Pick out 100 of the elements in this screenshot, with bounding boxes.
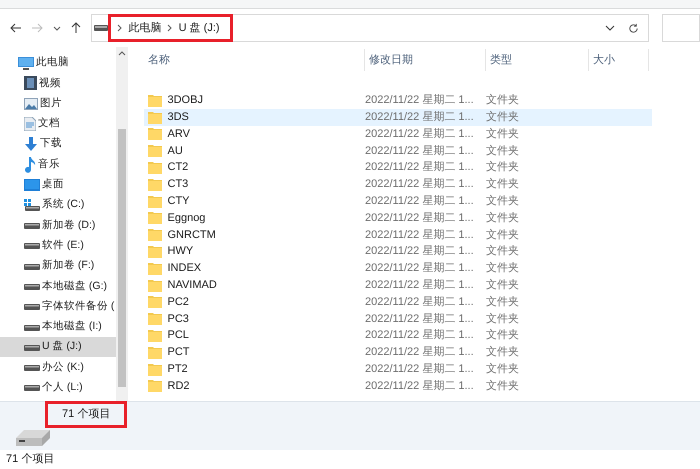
- sidebar-item[interactable]: 图片: [0, 94, 116, 114]
- sidebar-item[interactable]: 视频: [0, 73, 116, 94]
- folder-icon: [148, 379, 162, 392]
- file-row[interactable]: 3DOBJ 2022/11/22 星期二 1... 文件夹: [144, 92, 652, 109]
- modified-date: 2022/11/22 星期二 1...: [365, 362, 475, 377]
- sidebar-item[interactable]: 本地磁盘 (G:): [0, 276, 116, 297]
- file-type: 文件夹: [486, 278, 519, 293]
- monitor-icon: [18, 56, 34, 70]
- file-name: RD2: [168, 378, 190, 394]
- back-arrow-icon[interactable]: [10, 23, 22, 33]
- chevron-icon: [117, 24, 124, 32]
- caret-icon[interactable]: [52, 26, 61, 30]
- caret-icon[interactable]: [604, 25, 615, 31]
- file-type: 文件夹: [486, 378, 519, 394]
- item-count: 71 个项目: [48, 404, 124, 424]
- sidebar-item[interactable]: 字体软件备份 (: [0, 296, 116, 317]
- sidebar-item[interactable]: 此电脑: [0, 53, 116, 74]
- modified-date: 2022/11/22 星期二 1...: [365, 244, 475, 260]
- file-name: PC2: [168, 294, 189, 310]
- file-type: 文件夹: [486, 92, 519, 108]
- file-type: 文件夹: [486, 160, 519, 176]
- music-note-icon: [24, 156, 36, 173]
- column-header[interactable]: 名称: [144, 49, 365, 71]
- modified-date: 2022/11/22 星期二 1...: [365, 93, 475, 108]
- sidebar-item[interactable]: 个人 (L:): [0, 378, 116, 398]
- address-field[interactable]: 此电脑 U 盘 (J:): [90, 14, 622, 42]
- document-icon: [24, 117, 36, 132]
- sidebar-item[interactable]: 本地磁盘 (I:): [0, 316, 116, 338]
- folder-icon: [148, 211, 162, 224]
- scrollbar[interactable]: [116, 47, 128, 401]
- column-header[interactable]: 类型: [486, 49, 589, 71]
- sidebar-item[interactable]: 音乐: [0, 154, 116, 175]
- file-row[interactable]: INDEX 2022/11/22 星期二 1... 文件夹: [144, 260, 652, 277]
- sidebar-item[interactable]: 新加卷 (F:): [0, 256, 116, 276]
- drive-icon: [24, 282, 40, 290]
- sidebar-item[interactable]: 新加卷 (D:): [0, 215, 116, 236]
- file-row[interactable]: PC2 2022/11/22 星期二 1... 文件夹: [144, 294, 652, 310]
- file-type: 文件夹: [486, 312, 519, 326]
- up-arrow-icon[interactable]: [70, 22, 81, 34]
- file-row[interactable]: Eggnog 2022/11/22 星期二 1... 文件夹: [144, 210, 652, 226]
- sidebar-item[interactable]: 文档: [0, 114, 116, 134]
- file-name: ARV: [168, 126, 190, 142]
- refresh-icon[interactable]: [628, 22, 640, 34]
- file-row[interactable]: HWY 2022/11/22 星期二 1... 文件夹: [144, 243, 652, 260]
- sidebar-item[interactable]: 桌面: [0, 174, 116, 196]
- film-icon: [24, 76, 37, 90]
- file-row[interactable]: PCL 2022/11/22 星期二 1... 文件夹: [144, 327, 652, 344]
- file-type: 文件夹: [486, 362, 519, 377]
- modified-date: 2022/11/22 星期二 1...: [365, 160, 475, 176]
- folder-icon: [148, 245, 162, 258]
- file-row[interactable]: PC3 2022/11/22 星期二 1... 文件夹: [144, 310, 652, 328]
- drive-icon: [24, 364, 40, 372]
- file-row[interactable]: GNRCTM 2022/11/22 星期二 1... 文件夹: [144, 226, 652, 244]
- file-type: 文件夹: [486, 244, 519, 260]
- folder-icon: [148, 346, 162, 359]
- column-header[interactable]: 修改日期: [365, 49, 486, 71]
- file-name: AU: [168, 144, 183, 159]
- file-type: 文件夹: [486, 144, 519, 159]
- modified-date: 2022/11/22 星期二 1...: [365, 345, 475, 360]
- sidebar-item[interactable]: 系统 (C:): [0, 195, 116, 216]
- file-row[interactable]: CT2 2022/11/22 星期二 1... 文件夹: [144, 159, 652, 176]
- down-arrow-icon: [24, 137, 38, 152]
- file-row[interactable]: PCT 2022/11/22 星期二 1... 文件夹: [144, 344, 652, 361]
- file-name: CT2: [168, 160, 188, 176]
- sidebar-item[interactable]: U 盘 (J:): [0, 337, 116, 358]
- file-row[interactable]: CTY 2022/11/22 星期二 1... 文件夹: [144, 192, 652, 210]
- file-type: 文件夹: [486, 328, 519, 344]
- sidebar-item[interactable]: 下载: [0, 134, 116, 154]
- folder-icon: [148, 295, 162, 308]
- file-name: CT3: [168, 177, 188, 192]
- breadcrumb-item[interactable]: U 盘 (J:): [178, 20, 220, 36]
- sidebar-item[interactable]: 软件 (E:): [0, 236, 116, 256]
- modified-date: 2022/11/22 星期二 1...: [365, 110, 475, 125]
- file-name: PCL: [168, 328, 189, 344]
- file-row[interactable]: PT2 2022/11/22 星期二 1... 文件夹: [144, 360, 652, 378]
- folder-icon: [148, 178, 162, 191]
- refresh-button[interactable]: [620, 14, 649, 42]
- folder-icon: [148, 228, 162, 242]
- modified-date: 2022/11/22 星期二 1...: [365, 228, 475, 243]
- file-type: 文件夹: [486, 294, 519, 310]
- modified-date: 2022/11/22 星期二 1...: [365, 126, 475, 142]
- file-type: 文件夹: [486, 260, 519, 276]
- column-header[interactable]: 大小: [589, 49, 649, 71]
- file-row[interactable]: AU 2022/11/22 星期二 1... 文件夹: [144, 142, 652, 160]
- file-row[interactable]: ARV 2022/11/22 星期二 1... 文件夹: [144, 126, 652, 142]
- folder-icon: [148, 110, 162, 124]
- file-name: PC3: [168, 312, 189, 326]
- file-row[interactable]: RD2 2022/11/22 星期二 1... 文件夹: [144, 378, 652, 394]
- file-name: CTY: [168, 194, 190, 209]
- file-row[interactable]: CT3 2022/11/22 星期二 1... 文件夹: [144, 176, 652, 193]
- sidebar-item[interactable]: 办公 (K:): [0, 357, 116, 378]
- file-row[interactable]: NAVIMAD 2022/11/22 星期二 1... 文件夹: [144, 276, 652, 294]
- search-field[interactable]: [662, 14, 700, 42]
- file-name: HWY: [168, 244, 194, 260]
- file-type: 文件夹: [486, 110, 519, 125]
- chevron-icon: [167, 24, 174, 32]
- drive-icon: [94, 24, 108, 32]
- breadcrumb-item[interactable]: 此电脑: [128, 20, 162, 36]
- folder-icon: [148, 161, 162, 174]
- file-row[interactable]: 3DS 2022/11/22 星期二 1... 文件夹: [144, 108, 652, 126]
